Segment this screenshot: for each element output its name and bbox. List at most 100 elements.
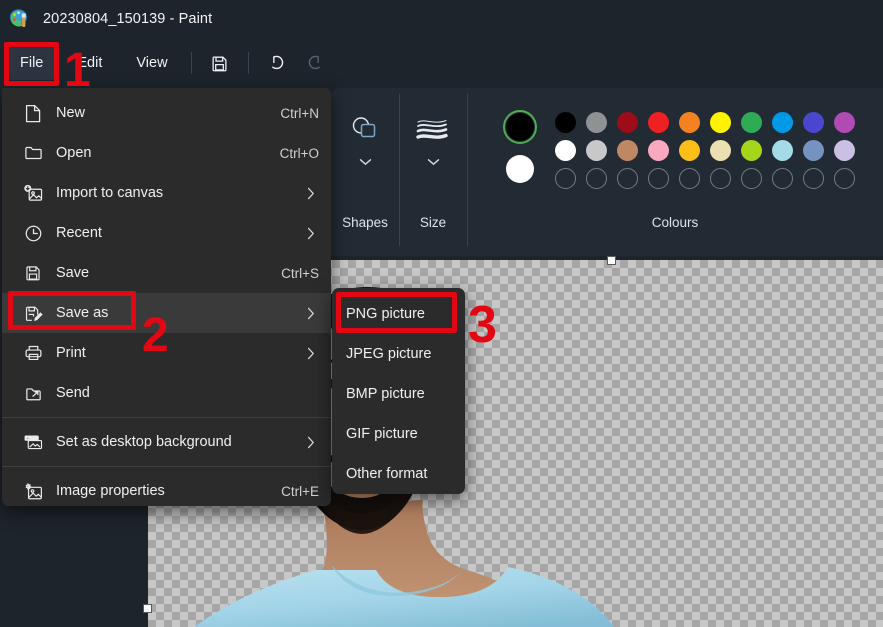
palette-swatch-1-2[interactable] — [586, 112, 607, 133]
canvas-left-handle[interactable] — [143, 604, 152, 613]
printer-icon — [20, 342, 46, 364]
file-menu-item-recent[interactable]: Recent — [2, 213, 331, 253]
palette-swatch-1-1[interactable] — [555, 112, 576, 133]
send-icon — [20, 382, 46, 404]
palette-swatch-1-9[interactable] — [803, 112, 824, 133]
annotation-box-save-as — [8, 291, 136, 330]
palette-swatch-2-10[interactable] — [834, 140, 855, 161]
image-properties-icon — [20, 480, 46, 502]
canvas-top-handle[interactable] — [607, 256, 616, 265]
current-colours — [495, 110, 555, 186]
size-chevron-down-icon[interactable] — [427, 152, 440, 172]
palette-swatch-2-2[interactable] — [586, 140, 607, 161]
undo-button[interactable] — [258, 46, 296, 80]
undo-icon — [266, 52, 288, 74]
file-menu-item-shortcut: Ctrl+S — [281, 265, 319, 281]
palette-swatch-2-6[interactable] — [710, 140, 731, 161]
palette-row-1 — [555, 112, 855, 133]
redo-icon — [304, 52, 326, 74]
size-label: Size — [419, 215, 447, 230]
ribbon-group-shapes[interactable]: Shapes — [331, 88, 399, 256]
file-menu-item-set-as-desktop-background[interactable]: Set as desktop background — [2, 422, 331, 462]
file-menu-item-label: Recent — [56, 225, 102, 241]
annotation-number-2: 2 — [142, 309, 169, 362]
annotation-number-3: 3 — [468, 296, 497, 354]
primary-colour-swatch[interactable] — [503, 110, 537, 144]
submenu-item-jpeg-picture[interactable]: JPEG picture — [332, 334, 465, 374]
colour-palette — [555, 110, 855, 189]
file-menu-item-label: Image properties — [56, 483, 165, 499]
secondary-colour-swatch[interactable] — [503, 152, 537, 186]
title-bar: 20230804_150139 - Paint — [0, 0, 883, 38]
file-menu-item-label: Open — [56, 145, 92, 161]
file-menu-item-label: Send — [56, 385, 90, 401]
file-menu-item-shortcut: Ctrl+E — [281, 483, 319, 499]
shapes-label: Shapes — [342, 215, 388, 230]
palette-custom-slot-10[interactable] — [834, 168, 855, 189]
chevron-right-icon — [307, 436, 319, 449]
palette-swatch-1-3[interactable] — [617, 112, 638, 133]
tool-divider — [247, 52, 249, 74]
palette-swatch-2-8[interactable] — [772, 140, 793, 161]
file-menu-item-image-properties[interactable]: Image properties Ctrl+E — [2, 471, 331, 511]
file-menu-item-import-to-canvas[interactable]: Import to canvas — [2, 173, 331, 213]
palette-custom-slot-6[interactable] — [710, 168, 731, 189]
palette-custom-slot-8[interactable] — [772, 168, 793, 189]
folder-icon — [20, 142, 46, 164]
desktop-background-icon — [20, 431, 46, 453]
shapes-chevron-down-icon[interactable] — [359, 152, 372, 172]
file-menu-item-shortcut: Ctrl+N — [280, 105, 319, 121]
file-menu-item-new[interactable]: New Ctrl+N — [2, 93, 331, 133]
file-menu-separator — [2, 417, 331, 418]
palette-row-2 — [555, 140, 855, 161]
palette-swatch-2-7[interactable] — [741, 140, 762, 161]
palette-swatch-1-4[interactable] — [648, 112, 669, 133]
palette-swatch-2-9[interactable] — [803, 140, 824, 161]
chevron-right-icon — [307, 187, 319, 200]
redo-button[interactable] — [296, 46, 334, 80]
palette-swatch-1-6[interactable] — [710, 112, 731, 133]
menu-view[interactable]: View — [122, 46, 181, 80]
palette-swatch-1-8[interactable] — [772, 112, 793, 133]
palette-custom-slot-1[interactable] — [555, 168, 576, 189]
file-menu-item-open[interactable]: Open Ctrl+O — [2, 133, 331, 173]
file-menu-item-label: Import to canvas — [56, 185, 164, 201]
window-title: 20230804_150139 - Paint — [43, 11, 213, 27]
palette-custom-slot-3[interactable] — [617, 168, 638, 189]
palette-swatch-2-5[interactable] — [679, 140, 700, 161]
file-menu-separator — [2, 466, 331, 467]
menu-divider — [190, 52, 192, 74]
colours-label: Colours — [651, 215, 699, 230]
palette-custom-slot-5[interactable] — [679, 168, 700, 189]
palette-custom-slot-4[interactable] — [648, 168, 669, 189]
file-menu-item-label: New — [56, 105, 86, 121]
submenu-item-other-format[interactable]: Other format — [332, 454, 465, 494]
import-image-icon — [20, 182, 46, 204]
palette-swatch-1-7[interactable] — [741, 112, 762, 133]
palette-custom-slot-7[interactable] — [741, 168, 762, 189]
file-menu-item-send[interactable]: Send — [2, 373, 331, 413]
palette-swatch-2-3[interactable] — [617, 140, 638, 161]
palette-custom-slot-9[interactable] — [803, 168, 824, 189]
palette-swatch-2-1[interactable] — [555, 140, 576, 161]
ribbon: Shapes Size Colours — [331, 88, 883, 256]
submenu-item-bmp-picture[interactable]: BMP picture — [332, 374, 465, 414]
save-button[interactable] — [201, 46, 239, 80]
palette-row-3 — [555, 168, 855, 189]
file-menu-item-save[interactable]: Save Ctrl+S — [2, 253, 331, 293]
clock-icon — [20, 222, 46, 244]
file-menu-item-label: Print — [56, 345, 86, 361]
annotation-box-png — [336, 292, 457, 333]
ribbon-group-size[interactable]: Size — [399, 88, 467, 256]
chevron-right-icon — [307, 227, 319, 240]
palette-swatch-1-5[interactable] — [679, 112, 700, 133]
palette-custom-slot-2[interactable] — [586, 168, 607, 189]
paint-palette-icon — [9, 8, 31, 30]
save-icon — [20, 262, 46, 284]
submenu-item-gif-picture[interactable]: GIF picture — [332, 414, 465, 454]
palette-swatch-1-10[interactable] — [834, 112, 855, 133]
shapes-icon — [347, 104, 383, 152]
palette-swatch-2-4[interactable] — [648, 140, 669, 161]
submenu-item-label: GIF picture — [346, 426, 418, 442]
menu-bar: File Edit View — [0, 38, 883, 88]
